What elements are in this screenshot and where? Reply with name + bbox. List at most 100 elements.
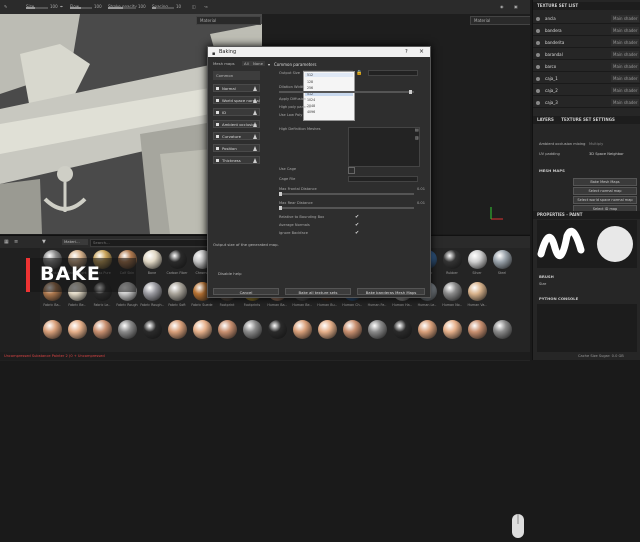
- material-thumbnail[interactable]: [293, 320, 312, 339]
- texture-set-row[interactable]: barco Main shader: [533, 62, 640, 72]
- max-rear-handle[interactable]: [279, 206, 282, 210]
- material-thumbnail[interactable]: [43, 320, 62, 339]
- shader-dropdown[interactable]: Main shader: [611, 39, 639, 46]
- spacing-value[interactable]: 10: [176, 3, 181, 11]
- mesh-map-row[interactable]: Ambient occlusion: [213, 120, 260, 128]
- use-cage-checkbox[interactable]: [348, 167, 355, 174]
- mesh-map-checkbox[interactable]: [216, 123, 219, 126]
- select-all-button[interactable]: All: [242, 61, 251, 66]
- tab-texture-set-settings[interactable]: TEXTURE SET SETTINGS: [561, 117, 615, 122]
- python-console[interactable]: [537, 304, 637, 352]
- visibility-eye-icon[interactable]: [536, 53, 540, 57]
- material-thumbnail[interactable]: [118, 320, 137, 339]
- average-normals-checkbox[interactable]: ✔: [355, 222, 359, 228]
- material-thumbnail[interactable]: [143, 282, 162, 301]
- stroke-opacity-slider[interactable]: [108, 7, 136, 9]
- material-thumbnail[interactable]: [218, 320, 237, 339]
- dilation-slider-handle[interactable]: [409, 90, 412, 94]
- visibility-eye-icon[interactable]: [536, 17, 540, 21]
- texture-set-row[interactable]: banderita Main shader: [533, 38, 640, 48]
- grid-view-icon[interactable]: ▦: [4, 239, 9, 245]
- brush-tool-icon[interactable]: ✎: [4, 3, 7, 11]
- size-value[interactable]: 100: [50, 3, 58, 11]
- material-thumbnail[interactable]: [343, 320, 362, 339]
- uv-padding-value[interactable]: 3D Space Neighbor: [589, 152, 624, 156]
- lock-icon[interactable]: 🔒: [356, 70, 362, 76]
- mesh-map-row[interactable]: World space normal: [213, 96, 260, 104]
- filter-icon[interactable]: ▼: [42, 239, 46, 245]
- mesh-map-row[interactable]: Curvature: [213, 132, 260, 140]
- max-frontal-slider[interactable]: [279, 192, 414, 196]
- material-thumbnail[interactable]: [68, 320, 87, 339]
- tab-layers[interactable]: LAYERS: [537, 117, 554, 122]
- texture-set-row[interactable]: barandal Main shader: [533, 50, 640, 60]
- flow-value[interactable]: 100: [94, 3, 102, 11]
- material-thumbnail[interactable]: [443, 320, 462, 339]
- mesh-map-checkbox[interactable]: [216, 87, 219, 90]
- list-view-icon[interactable]: ≡: [14, 239, 18, 245]
- dilation-width-slider[interactable]: [279, 90, 414, 94]
- texture-set-row[interactable]: caja_2 Main shader: [533, 86, 640, 96]
- dropdown-option[interactable]: 256: [305, 86, 353, 90]
- stroke-opacity-value[interactable]: 100: [138, 3, 146, 11]
- dropdown-option[interactable]: 1024: [305, 98, 353, 102]
- close-icon[interactable]: ×: [419, 47, 424, 57]
- texture-set-row[interactable]: caja_1 Main shader: [533, 74, 640, 84]
- material-thumbnail[interactable]: [168, 320, 187, 339]
- material-thumbnail[interactable]: [393, 320, 412, 339]
- flow-slider[interactable]: [70, 7, 92, 9]
- visibility-eye-icon[interactable]: [536, 77, 540, 81]
- mesh-map-checkbox[interactable]: [216, 147, 219, 150]
- size-slider[interactable]: [26, 7, 48, 9]
- shader-dropdown[interactable]: Main shader: [611, 63, 639, 70]
- mesh-map-checkbox[interactable]: [216, 111, 219, 114]
- ambient-occlusion-value[interactable]: Multiply: [589, 142, 603, 146]
- material-thumbnail[interactable]: [268, 320, 287, 339]
- spacing-slider[interactable]: [152, 7, 174, 9]
- material-thumbnail[interactable]: [143, 320, 162, 339]
- hd-meshes-list[interactable]: [348, 127, 420, 167]
- material-thumbnail[interactable]: [193, 320, 212, 339]
- disable-help-link[interactable]: Disable help: [218, 271, 242, 276]
- dropdown-option[interactable]: 2048: [305, 104, 353, 108]
- texture-set-row[interactable]: bandera Main shader: [533, 26, 640, 36]
- shelf-filter-tag[interactable]: Materi...: [62, 239, 88, 245]
- common-tab[interactable]: Common: [213, 71, 260, 80]
- mesh-map-checkbox[interactable]: [216, 135, 219, 138]
- material-thumbnail[interactable]: [493, 250, 512, 269]
- cancel-button[interactable]: Cancel: [213, 288, 279, 295]
- material-thumbnail[interactable]: [168, 250, 187, 269]
- pen-pressure-icon[interactable]: ✒: [60, 3, 63, 11]
- max-frontal-value[interactable]: 0.01: [417, 187, 425, 191]
- mesh-map-row[interactable]: ID: [213, 108, 260, 116]
- max-frontal-handle[interactable]: [279, 192, 282, 196]
- screenshot-icon[interactable]: ▣: [514, 3, 518, 11]
- material-thumbnail[interactable]: [468, 282, 487, 301]
- output-size-dropdown-list[interactable]: 512 128 256 512 1024 2048 4096: [303, 71, 355, 121]
- max-rear-slider[interactable]: [279, 206, 414, 210]
- dropdown-current-value[interactable]: 512: [305, 73, 353, 77]
- dropdown-option[interactable]: 4096: [305, 110, 353, 114]
- relative-bbox-checkbox[interactable]: ✔: [355, 214, 359, 220]
- visibility-eye-icon[interactable]: [536, 89, 540, 93]
- material-thumbnail[interactable]: [168, 282, 187, 301]
- bake-selected-button[interactable]: Bake banderas Mesh Maps: [357, 288, 425, 295]
- remove-icon[interactable]: ▥: [415, 135, 419, 140]
- shader-dropdown[interactable]: Main shader: [611, 75, 639, 82]
- help-icon[interactable]: ?: [405, 47, 408, 57]
- ignore-backface-checkbox[interactable]: ✔: [355, 230, 359, 236]
- visibility-eye-icon[interactable]: [536, 29, 540, 33]
- collapse-arrow-icon[interactable]: ▾: [268, 62, 270, 67]
- shader-dropdown[interactable]: Main shader: [611, 87, 639, 94]
- shader-dropdown[interactable]: Main shader: [611, 27, 639, 34]
- material-thumbnail[interactable]: [318, 320, 337, 339]
- visibility-eye-icon[interactable]: [536, 41, 540, 45]
- dropdown-option[interactable]: 128: [305, 80, 353, 84]
- shader-dropdown[interactable]: Main shader: [611, 99, 639, 106]
- material-thumbnail[interactable]: [368, 320, 387, 339]
- visibility-eye-icon[interactable]: [536, 101, 540, 105]
- mesh-map-checkbox[interactable]: [216, 159, 219, 162]
- material-thumbnail[interactable]: [468, 250, 487, 269]
- shader-dropdown[interactable]: Main shader: [611, 51, 639, 58]
- material-thumbnail[interactable]: [468, 320, 487, 339]
